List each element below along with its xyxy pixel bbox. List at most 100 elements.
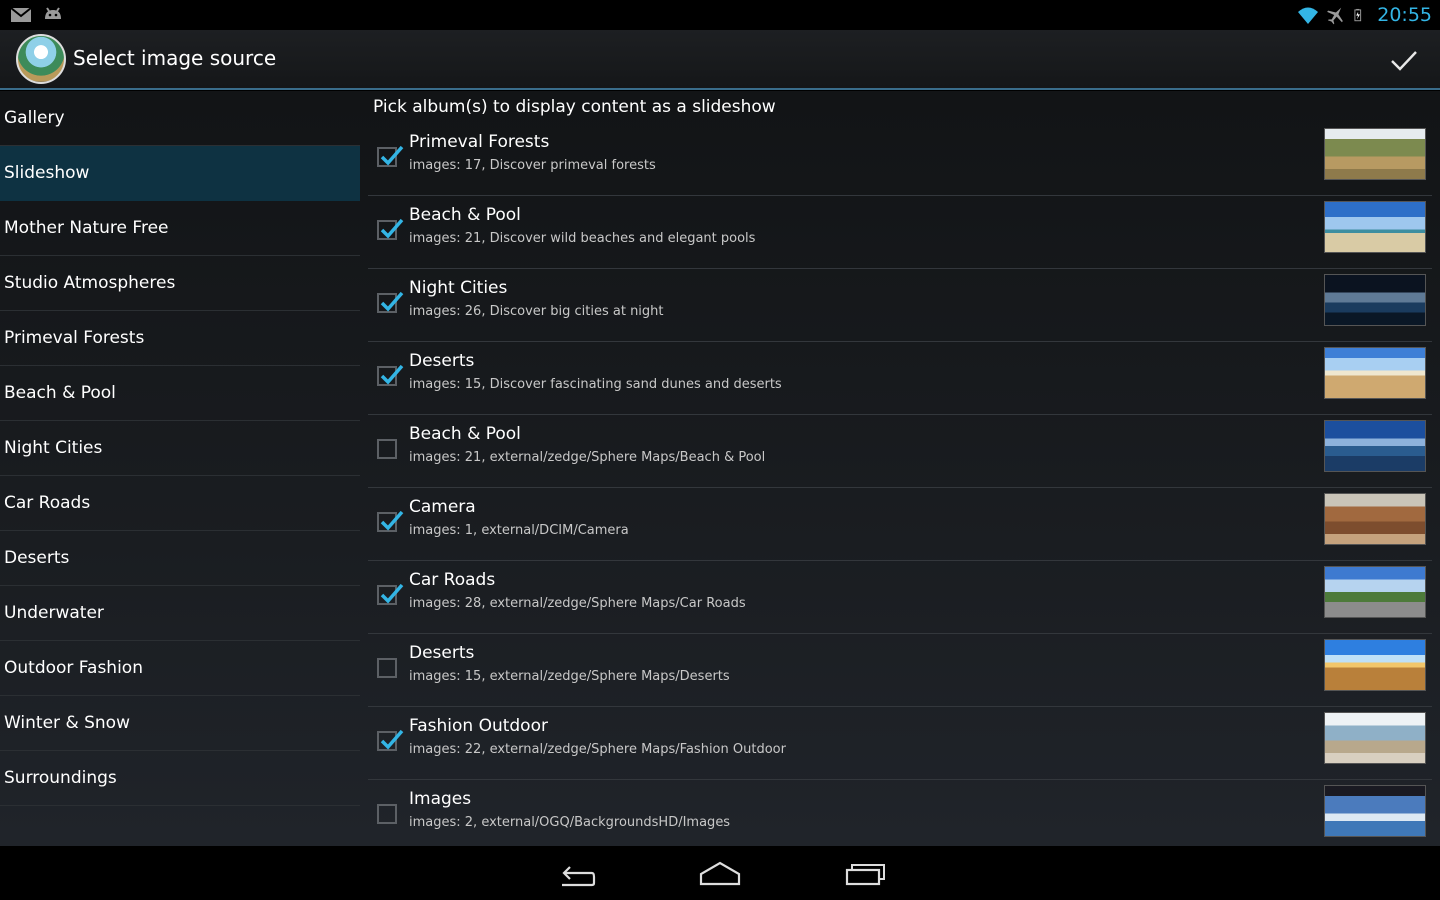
sidebar-item-label: Studio Atmospheres [4, 273, 176, 293]
album-checkbox[interactable] [377, 804, 397, 824]
album-title: Beach & Pool [409, 424, 521, 444]
album-checkbox[interactable] [377, 439, 397, 459]
sidebar-item-car-roads[interactable]: Car Roads [0, 476, 360, 531]
album-title: Night Cities [409, 278, 508, 298]
sidebar-item-label: Mother Nature Free [4, 218, 169, 238]
album-row[interactable]: Beach & Pool images: 21, external/zedge/S… [368, 415, 1432, 488]
checkmark-icon [380, 291, 404, 312]
sidebar-item-label: Outdoor Fashion [4, 658, 143, 678]
album-subtitle: images: 21, Discover wild beaches and el… [409, 231, 756, 246]
album-thumbnail [1324, 493, 1426, 545]
airplane-mode-icon [1327, 7, 1344, 25]
album-list: Primeval Forests images: 17, Discover pri… [368, 123, 1432, 853]
album-title: Fashion Outdoor [409, 716, 548, 736]
checkmark-icon [380, 729, 404, 750]
clock: 20:55 [1377, 4, 1432, 26]
system-icons: 20:55 [1297, 2, 1432, 28]
album-thumbnail [1324, 712, 1426, 764]
album-row[interactable]: Car Roads images: 28, external/zedge/Sphe… [368, 561, 1432, 634]
battery-icon [1354, 8, 1362, 22]
checkmark-icon [380, 145, 404, 166]
sidebar-item-deserts[interactable]: Deserts [0, 531, 360, 586]
recents-icon[interactable] [843, 856, 887, 890]
album-title: Car Roads [409, 570, 496, 590]
sidebar-item-beach-pool[interactable]: Beach & Pool [0, 366, 360, 421]
sidebar-item-label: Beach & Pool [4, 383, 116, 403]
main-area: Gallery Slideshow Mother Nature Free Stu… [0, 91, 1440, 846]
album-thumbnail [1324, 639, 1426, 691]
back-icon[interactable] [554, 856, 598, 890]
album-row[interactable]: Images images: 2, external/OGQ/Background… [368, 780, 1432, 853]
gmail-icon [10, 7, 32, 22]
album-thumbnail [1324, 201, 1426, 253]
checkmark-icon [380, 364, 404, 385]
sidebar-item-label: Gallery [4, 108, 65, 128]
album-subtitle: images: 22, external/zedge/Sphere Maps/F… [409, 742, 786, 757]
album-checkbox[interactable] [377, 218, 404, 240]
album-panel: Pick album(s) to display content as a sl… [368, 91, 1440, 846]
album-title: Deserts [409, 351, 475, 371]
sidebar-item-label: Surroundings [4, 768, 117, 788]
sidebar-item-gallery[interactable]: Gallery [0, 91, 360, 146]
sidebar-item-outdoor-fashion[interactable]: Outdoor Fashion [0, 641, 360, 696]
album-subtitle: images: 15, external/zedge/Sphere Maps/D… [409, 669, 730, 684]
sidebar-item-surroundings[interactable]: Surroundings [0, 751, 360, 806]
sidebar-item-primeval-forests[interactable]: Primeval Forests [0, 311, 360, 366]
checkmark-icon[interactable] [1386, 42, 1422, 78]
album-subtitle: images: 1, external/DCIM/Camera [409, 523, 629, 538]
sidebar-item-studio-atmospheres[interactable]: Studio Atmospheres [0, 256, 360, 311]
action-bar-title: Select image source [73, 46, 277, 70]
album-thumbnail [1324, 274, 1426, 326]
sidebar-item-label: Night Cities [4, 438, 103, 458]
android-debug-icon [45, 7, 61, 19]
album-row[interactable]: Deserts images: 15, external/zedge/Sphere… [368, 634, 1432, 707]
sidebar-item-label: Slideshow [4, 163, 90, 183]
album-checkbox[interactable] [377, 658, 397, 678]
status-bar: 20:55 [0, 0, 1440, 30]
album-thumbnail [1324, 420, 1426, 472]
sidebar-item-night-cities[interactable]: Night Cities [0, 421, 360, 476]
sidebar-item-label: Underwater [4, 603, 104, 623]
album-thumbnail [1324, 347, 1426, 399]
album-title: Beach & Pool [409, 205, 521, 225]
notification-icons [10, 5, 64, 25]
sidebar: Gallery Slideshow Mother Nature Free Stu… [0, 91, 360, 846]
album-thumbnail [1324, 128, 1426, 180]
album-row[interactable]: Primeval Forests images: 17, Discover pri… [368, 123, 1432, 196]
album-row[interactable]: Camera images: 1, external/DCIM/Camera [368, 488, 1432, 561]
album-title: Deserts [409, 643, 475, 663]
album-title: Camera [409, 497, 476, 517]
wifi-icon [1298, 7, 1319, 24]
action-bar: Select image source [0, 30, 1440, 90]
home-icon[interactable] [698, 856, 742, 890]
sidebar-item-underwater[interactable]: Underwater [0, 586, 360, 641]
app-icon[interactable] [16, 34, 66, 84]
album-subtitle: images: 28, external/zedge/Sphere Maps/C… [409, 596, 746, 611]
album-row[interactable]: Deserts images: 15, Discover fascinating … [368, 342, 1432, 415]
sidebar-item-slideshow[interactable]: Slideshow [0, 146, 360, 201]
navigation-bar [0, 846, 1440, 900]
album-thumbnail [1324, 785, 1426, 837]
album-title: Images [409, 789, 472, 809]
album-row[interactable]: Night Cities images: 26, Discover big cit… [368, 269, 1432, 342]
checkmark-icon [380, 583, 404, 604]
album-title: Primeval Forests [409, 132, 550, 152]
album-checkbox[interactable] [377, 291, 404, 313]
sidebar-item-winter-snow[interactable]: Winter & Snow [0, 696, 360, 751]
sidebar-item-label: Deserts [4, 548, 70, 568]
album-checkbox[interactable] [377, 583, 404, 605]
checkmark-icon [380, 510, 404, 531]
album-checkbox[interactable] [377, 364, 404, 386]
album-checkbox[interactable] [377, 510, 404, 532]
album-row[interactable]: Beach & Pool images: 21, Discover wild be… [368, 196, 1432, 269]
album-thumbnail [1324, 566, 1426, 618]
album-row[interactable]: Fashion Outdoor images: 22, external/zedg… [368, 707, 1432, 780]
album-subtitle: images: 2, external/OGQ/BackgroundsHD/Im… [409, 815, 731, 830]
album-subtitle: images: 26, Discover big cities at night [409, 304, 664, 319]
checkmark-icon [380, 218, 404, 239]
instruction-text: Pick album(s) to display content as a sl… [373, 97, 776, 117]
sidebar-item-mother-nature-free[interactable]: Mother Nature Free [0, 201, 360, 256]
album-subtitle: images: 21, external/zedge/Sphere Maps/B… [409, 450, 766, 465]
album-checkbox[interactable] [377, 729, 404, 751]
album-checkbox[interactable] [377, 145, 404, 167]
